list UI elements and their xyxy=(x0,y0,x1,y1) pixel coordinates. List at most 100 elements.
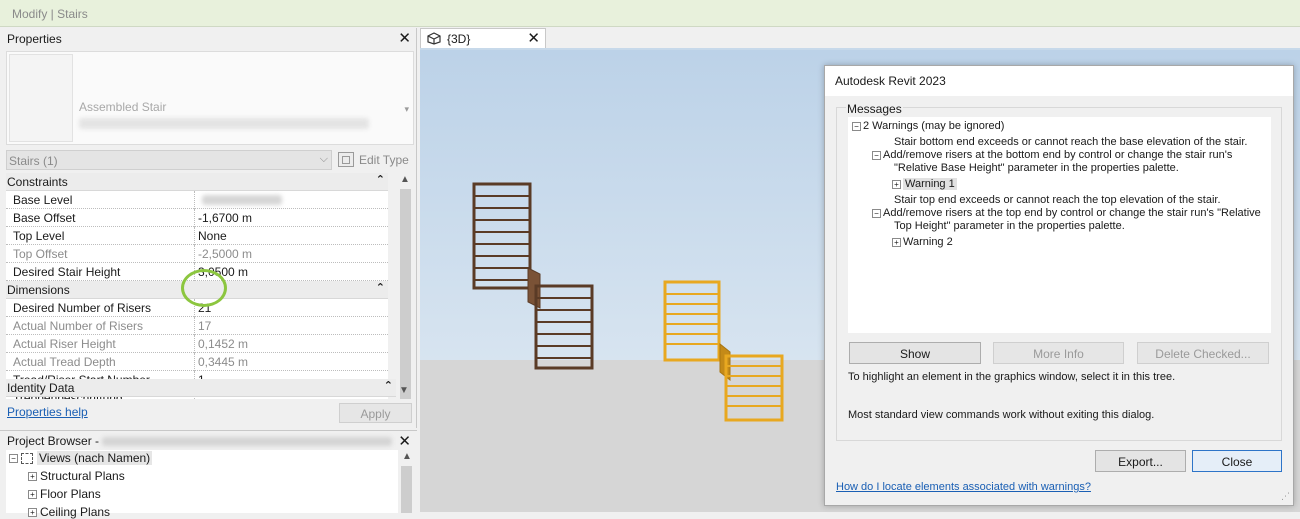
blurred-value xyxy=(202,195,282,205)
expand-icon[interactable]: + xyxy=(28,508,37,518)
warning-node-label: Warning 1 xyxy=(903,178,957,190)
views-icon xyxy=(21,453,33,465)
tree-item-label: Ceiling Plans xyxy=(40,505,111,519)
properties-scrollbar[interactable]: ▲ xyxy=(397,173,414,399)
tree-item-structural-plans[interactable]: + Structural Plans xyxy=(28,469,125,483)
property-value[interactable]: None xyxy=(198,229,227,243)
collapse-icon[interactable]: ⌃ xyxy=(384,379,393,392)
tree-item-floor-plans[interactable]: + Floor Plans xyxy=(28,487,101,501)
property-label: Base Offset xyxy=(13,211,76,225)
type-thumbnail xyxy=(9,54,73,142)
tree-item-label: Structural Plans xyxy=(40,469,125,483)
property-row: Actual Riser Height 0,1452 m xyxy=(6,335,388,353)
property-row: Actual Number of Risers 17 xyxy=(6,317,388,335)
scrollbar-thumb[interactable] xyxy=(401,466,412,513)
scroll-down-icon[interactable]: ▼ xyxy=(399,385,409,396)
tree-item-views[interactable]: − Views (nach Namen) xyxy=(9,451,153,465)
project-browser-title: Project Browser - xyxy=(7,434,100,448)
close-button[interactable]: Close xyxy=(1192,450,1282,472)
chevron-down-icon[interactable]: ▾ xyxy=(404,104,409,115)
edit-type-label: Edit Type xyxy=(359,153,409,167)
close-icon[interactable]: ✕ xyxy=(527,29,540,47)
property-value[interactable]: -1,6700 m xyxy=(198,211,252,225)
collapse-icon[interactable]: − xyxy=(872,208,881,218)
tab-3d-view[interactable]: {3D} ✕ xyxy=(420,28,546,48)
group-constraints[interactable]: Constraints ⌃ xyxy=(6,173,388,191)
3d-view-icon xyxy=(427,32,441,48)
instance-filter-dropdown[interactable]: Stairs (1) ⌵ xyxy=(6,150,332,170)
property-row[interactable]: Base Offset -1,6700 m xyxy=(6,209,388,227)
tree-item-label: Views (nach Namen) xyxy=(37,451,153,465)
expand-icon[interactable]: + xyxy=(28,472,37,482)
warning-2-message[interactable]: Stair top end exceeds or cannot reach th… xyxy=(894,194,1221,207)
properties-title: Properties xyxy=(7,32,62,46)
scroll-up-icon[interactable]: ▲ xyxy=(402,451,412,462)
property-row[interactable]: Top Level None xyxy=(6,227,388,245)
delete-checked-button[interactable]: Delete Checked... xyxy=(1137,342,1269,364)
detail-text: Add/remove risers at the bottom end by c… xyxy=(883,149,1233,161)
property-label: Actual Tread Depth xyxy=(13,355,116,369)
browser-scrollbar[interactable]: ▲ xyxy=(399,450,414,513)
tree-item-ceiling-plans[interactable]: + Ceiling Plans xyxy=(28,505,110,519)
warning-2-node[interactable]: + Warning 2 xyxy=(892,236,953,249)
export-button[interactable]: Export... xyxy=(1095,450,1186,472)
tab-label: {3D} xyxy=(447,32,471,46)
group-identity-data[interactable]: Identity Data ⌃ xyxy=(6,379,396,397)
locate-elements-help-link[interactable]: How do I locate elements associated with… xyxy=(836,481,1091,493)
collapse-icon[interactable]: − xyxy=(9,454,18,464)
ribbon-context-bar: Modify | Stairs xyxy=(0,0,1300,27)
property-label: Top Level xyxy=(13,229,65,243)
highlight-note: To highlight an element in the graphics … xyxy=(848,371,1176,383)
resize-grip-icon[interactable]: ⋰ xyxy=(1281,491,1290,502)
expand-icon[interactable]: + xyxy=(892,179,901,189)
stair-dark xyxy=(472,182,594,370)
warnings-tree[interactable]: −2 Warnings (may be ignored) Stair botto… xyxy=(848,117,1271,333)
tree-root[interactable]: −2 Warnings (may be ignored) xyxy=(852,120,1004,133)
warning-1-message[interactable]: Stair bottom end exceeds or cannot reach… xyxy=(894,136,1247,149)
warning-1-node[interactable]: + Warning 1 xyxy=(892,178,957,191)
property-label: Base Level xyxy=(13,193,73,207)
warning-node-label: Warning 2 xyxy=(903,236,953,248)
apply-button[interactable]: Apply xyxy=(339,403,412,423)
collapse-icon[interactable]: − xyxy=(852,121,861,131)
warning-1-detail-cont: "Relative Base Height" parameter in the … xyxy=(894,162,1179,174)
property-value: -2,5000 m xyxy=(198,247,253,261)
collapse-icon[interactable]: ⌃ xyxy=(376,281,385,294)
ribbon-context-title: Modify | Stairs xyxy=(12,7,88,21)
scroll-up-icon[interactable]: ▲ xyxy=(400,174,410,185)
scrollbar-thumb[interactable] xyxy=(400,189,411,399)
chevron-down-icon: ⌵ xyxy=(319,153,328,165)
highlight-ring xyxy=(181,269,227,307)
properties-help-link[interactable]: Properties help xyxy=(7,405,88,419)
project-browser-tree: − Views (nach Namen) + Structural Plans + F… xyxy=(6,450,398,519)
more-info-button[interactable]: More Info xyxy=(993,342,1124,364)
warning-2-detail[interactable]: − Add/remove risers at the top end by con… xyxy=(872,207,1261,220)
expand-icon[interactable]: + xyxy=(28,490,37,500)
property-row[interactable]: Base Level xyxy=(6,191,388,209)
collapse-icon[interactable]: ⌃ xyxy=(376,173,385,186)
property-value: 0,1452 m xyxy=(198,337,249,351)
close-icon[interactable]: ✕ xyxy=(398,432,411,450)
blurred-project-name xyxy=(102,437,392,446)
group-label: Dimensions xyxy=(7,283,70,297)
property-label: Top Offset xyxy=(13,247,68,261)
show-button[interactable]: Show xyxy=(849,342,981,364)
property-value: 17 xyxy=(198,319,212,333)
warning-1-detail[interactable]: − Add/remove risers at the bottom end by … xyxy=(872,149,1232,162)
dialog-title-bar[interactable]: Autodesk Revit 2023 xyxy=(825,66,1293,96)
collapse-icon[interactable]: − xyxy=(872,150,881,160)
tree-item-label: Floor Plans xyxy=(40,487,101,501)
dialog-title: Autodesk Revit 2023 xyxy=(835,74,946,88)
close-icon[interactable]: ✕ xyxy=(398,29,411,47)
expand-icon[interactable]: + xyxy=(892,237,901,247)
edit-type-button[interactable]: Edit Type xyxy=(338,151,414,169)
type-selector[interactable]: Assembled Stair ▾ xyxy=(6,51,414,145)
warnings-dialog: Autodesk Revit 2023 Messages −2 Warnings… xyxy=(824,65,1294,506)
properties-palette: Properties ✕ Assembled Stair ▾ Stairs (1… xyxy=(0,28,417,428)
instance-filter-label: Stairs (1) xyxy=(9,154,58,168)
group-label: Identity Data xyxy=(7,381,75,395)
messages-legend: Messages xyxy=(846,102,903,116)
type-family-name: Assembled Stair xyxy=(79,100,167,114)
stair-selected xyxy=(663,280,784,422)
project-browser: Project Browser - ✕ − Views (nach Namen) … xyxy=(0,430,417,519)
